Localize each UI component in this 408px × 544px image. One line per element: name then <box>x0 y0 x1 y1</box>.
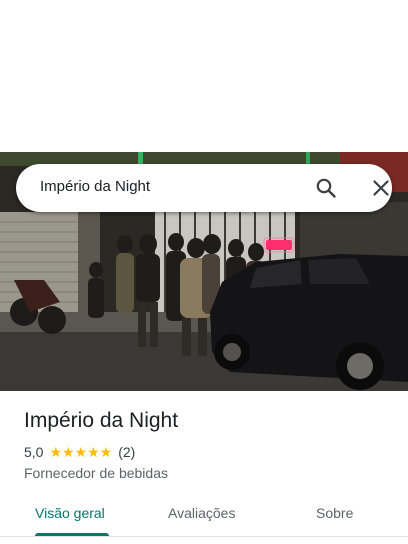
star-rating: ★★★★★ <box>49 445 112 459</box>
place-info-panel: Império da Night 5,0 ★★★★★ (2) Fornecedo… <box>0 391 408 544</box>
place-title: Império da Night <box>24 409 179 432</box>
place-category[interactable]: Fornecedor de bebidas <box>24 465 168 481</box>
tabs-divider <box>0 536 408 537</box>
star-icon: ★★★★★ <box>49 444 113 460</box>
rating-row[interactable]: 5,0 ★★★★★ (2) <box>24 444 135 460</box>
tab-bar: Visão geral Avaliações Sobre <box>0 493 408 539</box>
tab-reviews[interactable]: Avaliações <box>168 505 235 521</box>
tab-about[interactable]: Sobre <box>316 505 353 521</box>
search-input[interactable]: Império da Night <box>40 178 150 195</box>
tab-overview[interactable]: Visão geral <box>35 505 105 521</box>
search-icon[interactable] <box>314 176 338 200</box>
search-bar[interactable]: Império da Night <box>16 164 392 212</box>
close-icon[interactable] <box>369 176 393 200</box>
rating-value: 5,0 <box>24 444 44 460</box>
blank-area <box>0 0 408 152</box>
review-count[interactable]: (2) <box>118 444 135 460</box>
